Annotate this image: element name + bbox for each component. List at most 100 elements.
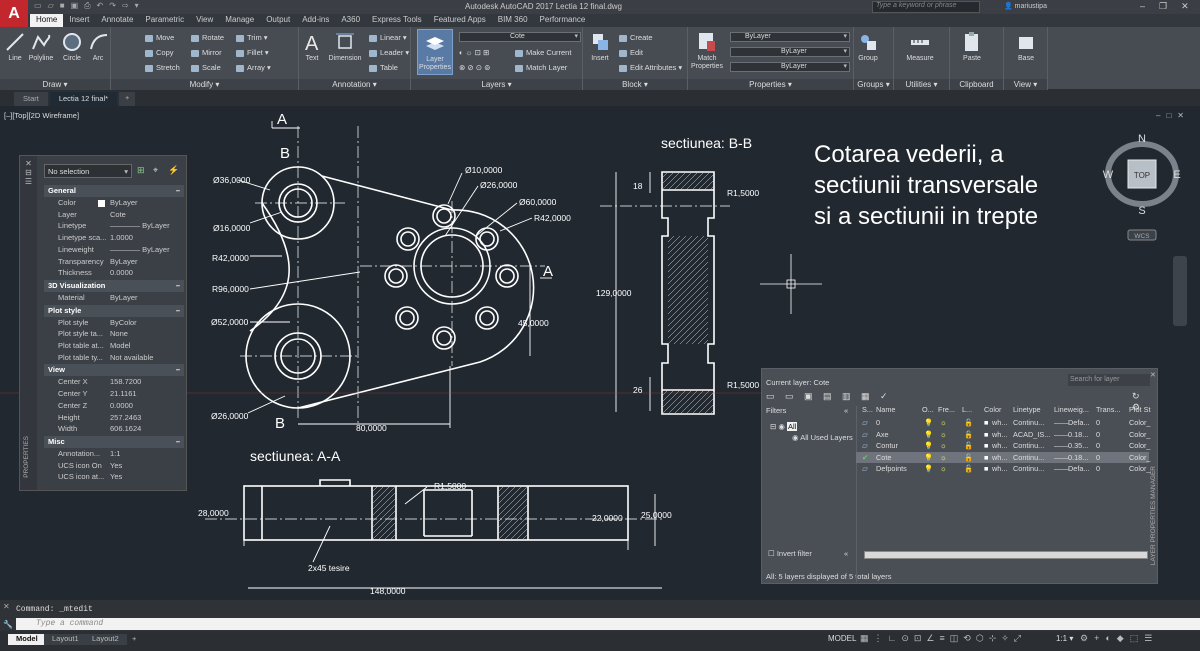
filter-tree-all[interactable]: ⊟ ◉ All	[770, 422, 798, 431]
workspace-gear-icon[interactable]: ⚙	[1080, 633, 1088, 644]
layer-status-icon[interactable]: ▱	[862, 441, 868, 450]
prop-row[interactable]: Transparency ByLayer	[44, 257, 184, 269]
layer-lock-icon[interactable]: 🔓	[964, 464, 973, 473]
layer-on-icon[interactable]: 💡	[924, 464, 933, 473]
match-layer-button[interactable]: Match Layer	[515, 63, 567, 72]
table-button[interactable]: Table	[369, 63, 398, 72]
palette-settings-icon[interactable]: ☰	[20, 177, 37, 186]
selection-dropdown[interactable]: No selection ▾	[44, 164, 132, 178]
prop-row[interactable]: Center Z 0.0000	[44, 401, 184, 413]
trim-button[interactable]: Trim ▾	[236, 33, 268, 42]
collapse-filters-icon[interactable]: «	[844, 406, 848, 415]
prop-row[interactable]: Color ByLayer	[44, 198, 184, 210]
scale-button[interactable]: Scale	[191, 63, 221, 72]
prop-value[interactable]: Model	[110, 341, 130, 350]
horizontal-scrollbar[interactable]	[864, 551, 1148, 559]
layer-lock-icon[interactable]: 🔓	[964, 453, 973, 462]
base-button[interactable]: Base	[1014, 31, 1038, 63]
layer-status-icon[interactable]: ▱	[862, 430, 868, 439]
viewcube[interactable]: TOP N S W E WCS	[1100, 130, 1184, 242]
layer-search-input[interactable]: Search for layer	[1068, 374, 1150, 386]
prop-section-view[interactable]: View	[44, 364, 184, 377]
modify-panel-title[interactable]: Modify ▾	[111, 79, 298, 90]
file-tab-lectia[interactable]: Lectia 12 final*	[49, 92, 118, 106]
close-icon[interactable]: ✕	[1181, 1, 1189, 12]
grid-icon[interactable]: ▦	[860, 633, 869, 644]
layer-row[interactable]: ✔ Cote 💡 ☼ 🔓 ■ wh... Continu... —— 0.18... 0 Color_	[856, 451, 1151, 463]
redo-icon[interactable]: ↷	[109, 1, 116, 11]
create-block-button[interactable]: Create	[619, 33, 653, 42]
move-button[interactable]: Move	[145, 33, 174, 42]
layer-lock-icon[interactable]: 🔓	[964, 441, 973, 450]
ribbon-tab-view[interactable]: View	[190, 14, 219, 27]
prop-value[interactable]: 606.1624	[110, 424, 141, 433]
file-tab-start[interactable]: Start	[14, 92, 48, 106]
restore-icon[interactable]: ❐	[1159, 1, 1167, 12]
undo-icon[interactable]: ↶	[97, 1, 104, 11]
prop-value[interactable]: 0.0000	[110, 268, 133, 277]
prop-value[interactable]: None	[110, 329, 128, 338]
layer-status-icon[interactable]: ▱	[862, 418, 868, 427]
prop-section-misc[interactable]: Misc	[44, 435, 184, 448]
ribbon-tab-annotate[interactable]: Annotate	[95, 14, 139, 27]
status-right-icons[interactable]: ⚙ + ◐ ◆ ⬚ ☰	[1080, 633, 1152, 644]
command-close-icon[interactable]: ✕	[3, 602, 10, 611]
arc-button[interactable]: Arc	[88, 31, 108, 63]
array-button[interactable]: Array ▾	[236, 63, 271, 72]
layer-lock-icon[interactable]: 🔓	[964, 418, 973, 427]
prop-value[interactable]: 158.7200	[110, 377, 141, 386]
new-tab-button[interactable]: +	[119, 92, 136, 106]
prop-value[interactable]: ———— ByLayer	[110, 245, 170, 254]
palette-close-icon[interactable]: ✕	[20, 159, 37, 168]
compass-east[interactable]: E	[1173, 169, 1180, 181]
layer-row[interactable]: ▱ 0 💡 ☼ 🔓 ■ wh... Continu... —— Defa... 0 Color_	[856, 417, 1151, 428]
match-properties-button[interactable]: Match Properties	[690, 31, 724, 71]
new-icon[interactable]: ▭	[34, 1, 42, 11]
text-button[interactable]: A Text	[301, 31, 323, 63]
prop-section-3d-visualization[interactable]: 3D Visualization	[44, 279, 184, 292]
view-panel-title[interactable]: View ▾	[1004, 79, 1047, 90]
layer-column-header[interactable]: Linetype	[1013, 405, 1041, 416]
layer-manager-close-icon[interactable]: ✕	[1150, 371, 1156, 379]
layer-column-header[interactable]: S...	[862, 405, 873, 416]
layer-row[interactable]: ▱ Axe 💡 ☼ 🔓 ■ wh... ACAD_IS... —— 0.18... 0 Color_	[856, 429, 1151, 440]
prop-row[interactable]: Linetype sca... 1.0000	[44, 233, 184, 245]
ribbon-tab-express-tools[interactable]: Express Tools	[366, 14, 428, 27]
share-icon[interactable]: ⇨	[122, 1, 129, 11]
prop-row[interactable]: Plot table at... Model	[44, 341, 184, 353]
linear-button[interactable]: Linear ▾	[369, 33, 407, 42]
prop-row[interactable]: Thickness 0.0000	[44, 268, 184, 280]
layer-dropdown[interactable]: Cote	[459, 32, 581, 42]
print-icon[interactable]: ⎙	[84, 1, 90, 11]
selection-cycling-icon[interactable]: ⟲	[963, 633, 971, 644]
ribbon-tab-home[interactable]: Home	[30, 14, 64, 27]
ribbon-tab-insert[interactable]: Insert	[63, 14, 95, 27]
paste-button[interactable]: Paste	[958, 31, 986, 63]
annotation-scale[interactable]: 1:1 ▾	[1056, 634, 1073, 643]
layout-tab-layout1[interactable]: Layout1	[44, 634, 87, 645]
leader-button[interactable]: Leader ▾	[369, 48, 409, 57]
ribbon-tab-featured-apps[interactable]: Featured Apps	[428, 14, 492, 27]
status-toggles[interactable]: ▦ ⋮ ∟ ⊙ ⊡ ∠ ≡ ◫ ⟲ ⬡ ⊹ ✧ ⤢	[860, 633, 1021, 644]
copy-button[interactable]: Copy	[145, 48, 174, 57]
ribbon-tab-add-ins[interactable]: Add-ins	[296, 14, 335, 27]
edit-attributes-button[interactable]: Edit Attributes ▾	[619, 63, 682, 72]
annotation-panel-title[interactable]: Annotation ▾	[299, 79, 410, 90]
layer-column-header[interactable]: L...	[962, 405, 972, 416]
prop-value[interactable]: 0.0000	[110, 401, 133, 410]
transparency-icon[interactable]: ◫	[950, 633, 959, 644]
prop-row[interactable]: Center X 158.7200	[44, 377, 184, 389]
prop-row[interactable]: Center Y 21.1161	[44, 389, 184, 401]
dynamic-ucs-icon[interactable]: ⊹	[989, 633, 997, 644]
prop-row[interactable]: Plot style ta... None	[44, 329, 184, 341]
dimension-button[interactable]: Dimension	[327, 31, 363, 63]
prop-value[interactable]: ByLayer	[110, 198, 138, 207]
prop-row[interactable]: Height 257.2463	[44, 413, 184, 425]
command-input[interactable]: Type a command	[16, 618, 1200, 630]
osnap-icon[interactable]: ⊡	[914, 633, 922, 644]
quick-access-toolbar[interactable]: ▭ ▱ ■ ▣ ⎙ ↶ ↷ ⇨ ▾	[34, 1, 139, 11]
minimize-icon[interactable]: –	[1140, 1, 1145, 12]
ribbon-tab-output[interactable]: Output	[260, 14, 296, 27]
lineweight-icon[interactable]: ≡	[940, 633, 945, 644]
ribbon-tab-a360[interactable]: A360	[335, 14, 366, 27]
